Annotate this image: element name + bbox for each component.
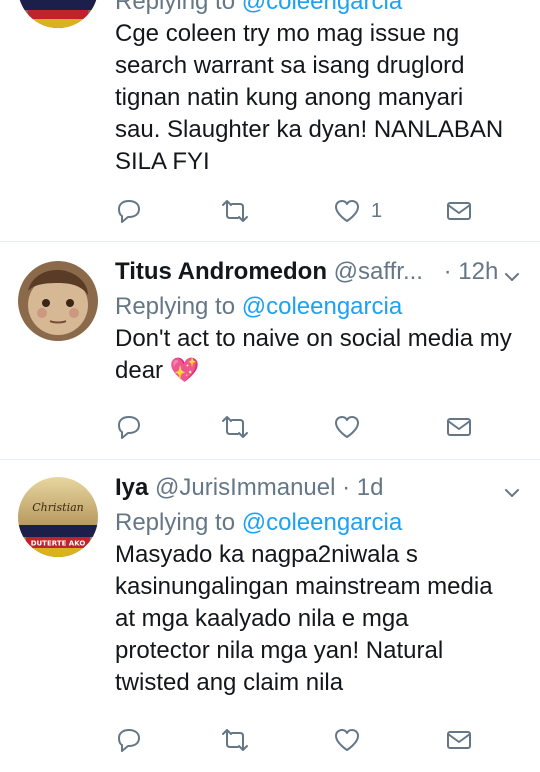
message-icon — [447, 202, 471, 220]
replying-to: Replying to @coleengarcia — [115, 291, 526, 323]
retweet-button[interactable] — [219, 725, 251, 755]
tweet-text-line: tignan natin kung anong manyari — [115, 84, 464, 111]
direct-message-button[interactable] — [445, 412, 473, 442]
timestamp[interactable]: · 1d — [342, 474, 383, 501]
tweet-3[interactable]: Christian DUTERTE AKO Iya @JurisImmanuel… — [0, 459, 540, 772]
reply-button[interactable] — [115, 725, 143, 755]
retweet-icon — [222, 729, 248, 751]
direct-message-button[interactable] — [445, 196, 473, 226]
reply-icon — [118, 200, 140, 223]
like-icon — [335, 729, 359, 751]
tweet-actions — [115, 725, 475, 755]
chevron-down-icon — [505, 489, 519, 497]
user-handle[interactable]: @JurisImmanuel — [155, 474, 335, 501]
retweet-icon — [222, 200, 248, 222]
tweet-text-line: twisted ang claim nila — [115, 669, 344, 696]
like-count: 1 — [371, 199, 383, 222]
message-icon — [447, 418, 471, 436]
tweet-text-line: dear 💖 — [115, 357, 200, 384]
chevron-down-icon — [505, 273, 519, 281]
replying-to-label: Replying to — [115, 0, 236, 15]
tweet-text-line: Masyado ka nagpa2niwala s — [115, 541, 418, 568]
tweet-text: Don't act to naive on social media my de… — [115, 323, 526, 387]
tweet-text-line: SILA FYI — [115, 148, 210, 175]
tweet-text-line: Cge coleen try mo mag issue ng — [115, 20, 460, 47]
retweet-button[interactable] — [219, 196, 251, 226]
tweet-menu-button[interactable] — [502, 483, 522, 503]
timestamp[interactable]: · 12h — [444, 258, 499, 285]
tweet-actions: 1 — [115, 196, 475, 226]
avatar-banner-text: DUTERTE AKO — [31, 540, 86, 548]
tweet-header: Iya @JurisImmanuel · 1d — [115, 473, 526, 503]
reply-icon — [118, 416, 140, 439]
avatar[interactable]: Christian DUTERTE AKO — [18, 477, 98, 557]
avatar-script-text: Christian — [32, 501, 84, 514]
tweet-header: Titus Andromedon @saffr... · 12h — [115, 257, 526, 287]
replying-to-label: Replying to — [115, 509, 236, 536]
reply-button[interactable] — [115, 196, 143, 226]
mention-link[interactable]: @coleengarcia — [242, 509, 402, 536]
retweet-button[interactable] — [219, 412, 251, 442]
display-name[interactable]: Iya — [115, 474, 148, 501]
reply-button[interactable] — [115, 412, 143, 442]
like-icon — [335, 200, 359, 222]
tweet-menu-button[interactable] — [502, 267, 522, 287]
direct-message-button[interactable] — [445, 725, 473, 755]
tweet-text-line: search warrant sa isang druglord — [115, 52, 465, 79]
mention-link[interactable]: @coleengarcia — [242, 293, 402, 320]
retweet-icon — [222, 416, 248, 438]
replying-to: Replying to @coleengarcia — [115, 0, 526, 18]
tweet-2[interactable]: Titus Andromedon @saffr... · 12h Replyin… — [0, 241, 540, 460]
tweet-text: Cge coleen try mo mag issue ng search wa… — [115, 18, 526, 178]
tweet-text-line: sau. Slaughter ka dyan! NANLABAN — [115, 116, 504, 143]
replying-to-label: Replying to — [115, 293, 236, 320]
like-button[interactable] — [333, 725, 361, 755]
avatar[interactable] — [18, 0, 98, 28]
mention-link[interactable]: @coleengarcia — [242, 0, 402, 15]
tweet-1[interactable]: Replying to @coleengarcia Cge coleen try… — [0, 0, 540, 242]
replying-to: Replying to @coleengarcia — [115, 507, 526, 539]
tweet-text: Masyado ka nagpa2niwala s kasinungalinga… — [115, 539, 526, 699]
tweet-text-line: at mga kaalyado nila e mga — [115, 605, 409, 632]
tweet-text-line: kasinungalingan mainstream media — [115, 573, 493, 600]
message-icon — [447, 731, 471, 749]
like-button[interactable] — [333, 412, 361, 442]
reply-icon — [118, 729, 140, 752]
tweet-text-line: protector nila mga yan! Natural — [115, 637, 444, 664]
avatar[interactable] — [18, 261, 98, 341]
like-button[interactable]: 1 — [333, 196, 382, 226]
display-name[interactable]: Titus Andromedon — [115, 258, 327, 285]
tweet-actions — [115, 412, 475, 442]
user-handle[interactable]: @saffr... — [334, 258, 423, 285]
like-icon — [335, 416, 359, 438]
tweet-text-line: Don't act to naive on social media my — [115, 325, 512, 352]
